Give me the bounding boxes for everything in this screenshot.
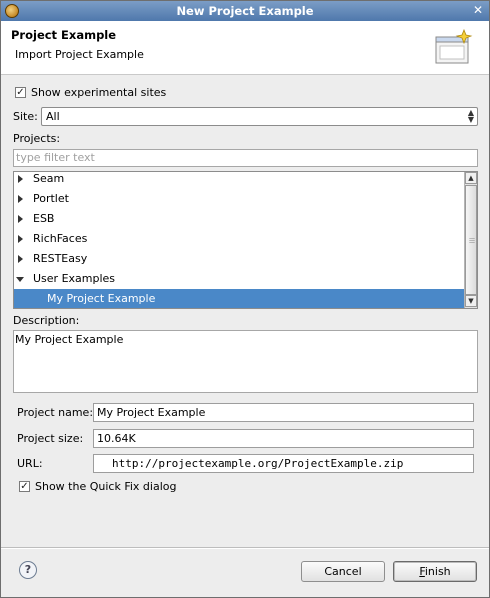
- project-size-field[interactable]: 10.64K: [93, 429, 474, 448]
- collapse-arrow-icon[interactable]: [16, 277, 24, 282]
- description-text: My Project Example: [15, 333, 124, 346]
- expand-arrow-icon[interactable]: [18, 195, 23, 203]
- tree-item-label: User Examples: [33, 272, 116, 285]
- grip-icon: — — —: [469, 235, 475, 246]
- project-size-value: 10.64K: [97, 432, 136, 445]
- filter-placeholder: type filter text: [16, 151, 95, 164]
- url-label: URL:: [17, 457, 43, 470]
- quick-fix-checkbox[interactable]: ✓: [19, 481, 30, 492]
- tree-item-seam[interactable]: Seam: [14, 172, 465, 189]
- combo-arrows-icon: ▲ ▼: [467, 108, 474, 124]
- project-name-field[interactable]: My Project Example: [93, 403, 474, 422]
- projects-label: Projects:: [13, 132, 61, 145]
- tree-item-user-examples[interactable]: User Examples: [14, 269, 465, 289]
- projects-tree[interactable]: Seam Portlet ESB RichFaces RESTEasy User…: [13, 171, 478, 309]
- tree-item-label: ESB: [33, 212, 55, 225]
- help-icon[interactable]: ?: [19, 561, 37, 579]
- finish-label: inish: [424, 565, 451, 578]
- url-value: http://projectexample.org/ProjectExample…: [112, 457, 404, 470]
- finish-button[interactable]: Finish: [393, 561, 477, 582]
- filter-input[interactable]: type filter text: [13, 149, 478, 167]
- header-title: Project Example: [11, 28, 117, 42]
- tree-item-label: Portlet: [33, 192, 69, 205]
- expand-arrow-icon[interactable]: [18, 235, 23, 243]
- tree-scrollbar[interactable]: ▲ — — — ▼: [464, 172, 477, 308]
- tree-item-label: My Project Example: [47, 292, 156, 305]
- tree-item-esb[interactable]: ESB: [14, 209, 465, 229]
- tree-item-label: RESTEasy: [33, 252, 88, 265]
- site-label: Site:: [13, 110, 38, 123]
- show-experimental-label: Show experimental sites: [31, 86, 167, 99]
- wizard-banner-icon: [435, 28, 473, 64]
- title-bar: New Project Example ✕: [1, 1, 489, 21]
- app-icon: [5, 4, 19, 18]
- footer-separator: [1, 547, 489, 549]
- expand-arrow-icon[interactable]: [18, 215, 23, 223]
- tree-item-portlet[interactable]: Portlet: [14, 189, 465, 209]
- site-combo[interactable]: All ▲ ▼: [41, 107, 478, 126]
- window-title: New Project Example: [176, 4, 314, 18]
- scroll-down-icon[interactable]: ▼: [465, 295, 477, 307]
- wizard-header: Project Example Import Project Example: [1, 21, 489, 75]
- header-subtitle: Import Project Example: [15, 48, 144, 61]
- project-size-label: Project size:: [17, 432, 84, 445]
- quick-fix-label: Show the Quick Fix dialog: [35, 480, 177, 493]
- project-name-label: Project name:: [17, 406, 94, 419]
- tree-item-label: RichFaces: [33, 232, 88, 245]
- scroll-thumb[interactable]: — — —: [465, 185, 477, 295]
- tree-item-my-project-example[interactable]: My Project Example: [14, 289, 465, 308]
- site-value: All: [46, 110, 60, 123]
- scroll-up-icon[interactable]: ▲: [465, 172, 477, 184]
- description-area: My Project Example: [13, 330, 478, 393]
- close-icon[interactable]: ✕: [471, 4, 485, 18]
- expand-arrow-icon[interactable]: [18, 255, 23, 263]
- project-name-value: My Project Example: [97, 406, 206, 419]
- cancel-button[interactable]: Cancel: [301, 561, 385, 582]
- url-field[interactable]: http://projectexample.org/ProjectExample…: [93, 454, 474, 473]
- expand-arrow-icon[interactable]: [18, 175, 23, 183]
- description-label: Description:: [13, 314, 80, 327]
- tree-item-resteasy[interactable]: RESTEasy: [14, 249, 465, 269]
- show-experimental-checkbox[interactable]: ✓: [15, 87, 26, 98]
- tree-item-richfaces[interactable]: RichFaces: [14, 229, 465, 249]
- tree-item-label: Seam: [33, 172, 65, 185]
- dialog-window: New Project Example ✕ Project Example Im…: [0, 0, 490, 598]
